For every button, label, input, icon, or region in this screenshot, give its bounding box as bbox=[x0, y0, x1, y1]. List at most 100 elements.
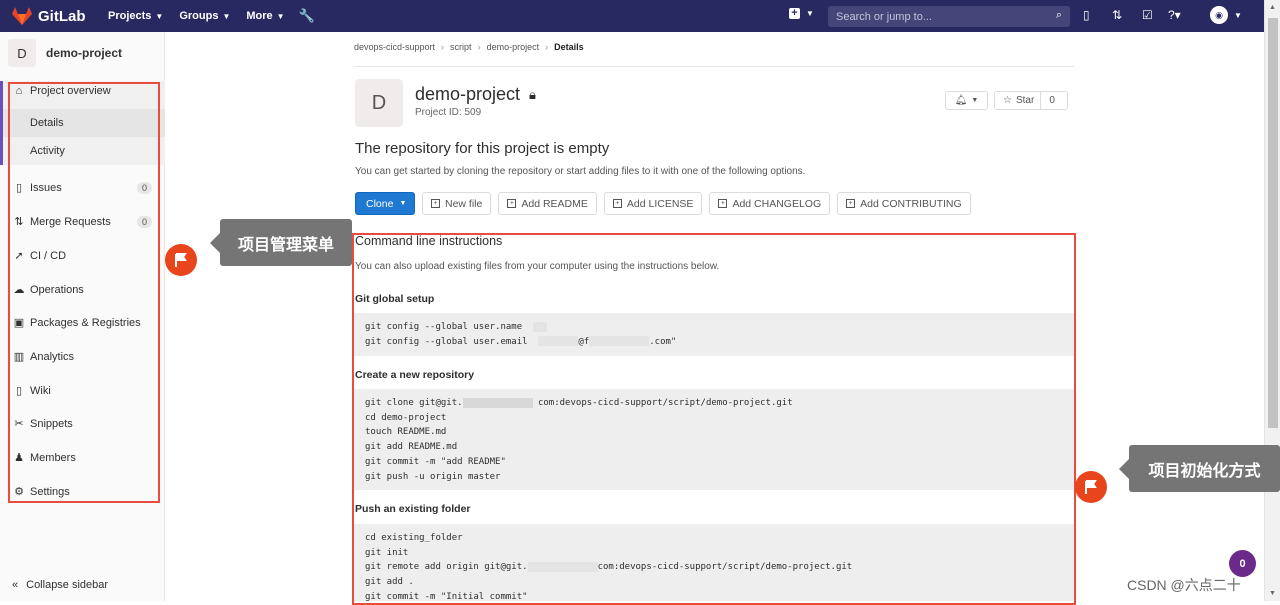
cli-heading: Command line instructions bbox=[355, 234, 503, 248]
new-dropdown-button[interactable]: + ▼ bbox=[789, 8, 817, 19]
project-avatar-large: D bbox=[355, 79, 403, 127]
scroll-up-arrow-icon[interactable]: ▲ bbox=[1269, 4, 1276, 11]
gitlab-logo-icon bbox=[12, 7, 32, 25]
rocket-icon: ➚ bbox=[14, 250, 24, 262]
chevron-down-icon: ▼ bbox=[222, 11, 231, 21]
add-license-button[interactable]: + Add LICENSE bbox=[603, 192, 703, 215]
sidebar-item-members[interactable]: ♟ Members bbox=[0, 451, 164, 465]
scroll-down-arrow-icon[interactable]: ▼ bbox=[1269, 590, 1276, 597]
sidebar-subitem-activity[interactable]: Activity bbox=[30, 145, 65, 157]
collapse-sidebar-button[interactable]: « Collapse sidebar bbox=[12, 579, 108, 591]
push-existing-folder-title: Push an existing folder bbox=[355, 503, 471, 515]
chevron-down-icon: ▼ bbox=[806, 9, 814, 18]
chevron-down-icon: ▼ bbox=[971, 97, 979, 104]
book-icon: ▯ bbox=[15, 385, 23, 397]
merge-request-icon: ⇅ bbox=[14, 216, 24, 228]
issues-icon: ▯ bbox=[15, 182, 23, 194]
empty-repo-heading: The repository for this project is empty bbox=[355, 140, 610, 157]
create-new-repo-title: Create a new repository bbox=[355, 369, 475, 381]
sidebar-item-settings[interactable]: ⚙ Settings bbox=[0, 485, 164, 499]
sidebar-project-name: demo-project bbox=[46, 46, 123, 60]
plus-square-icon: + bbox=[846, 199, 856, 208]
sidebar-item-operations[interactable]: ☁ Operations bbox=[0, 283, 164, 297]
add-readme-button[interactable]: + Add README bbox=[498, 192, 597, 215]
flag-marker-icon bbox=[165, 244, 197, 276]
sidebar-item-issues[interactable]: ▯ Issues 0 bbox=[0, 181, 164, 194]
menu-callout: 项目管理菜单 bbox=[210, 219, 352, 266]
merge-request-nav-icon[interactable]: ⇅ bbox=[1112, 8, 1122, 22]
gear-icon: ⚙ bbox=[14, 486, 24, 498]
empty-repo-subtitle: You can get started by cloning the repos… bbox=[355, 166, 806, 177]
cloud-icon: ☁ bbox=[13, 284, 25, 296]
clone-button[interactable]: Clone ▼ bbox=[355, 192, 415, 215]
chart-icon: ▥ bbox=[13, 351, 25, 363]
plus-square-icon: + bbox=[507, 199, 517, 208]
breadcrumb-item[interactable]: devops-cicd-support bbox=[354, 42, 435, 52]
groups-menu[interactable]: Groups ▼ bbox=[179, 10, 230, 22]
package-icon: ▣ bbox=[13, 317, 25, 329]
create-new-repo-code[interactable]: git clone git@git. com:devops-cicd-suppo… bbox=[354, 389, 1074, 490]
gitlab-home-link[interactable]: GitLab bbox=[12, 7, 90, 25]
sidebar-item-snippets[interactable]: ✂ Snippets bbox=[0, 417, 164, 431]
brand-name: GitLab bbox=[38, 7, 86, 25]
repo-actions: Clone ▼ + New file + Add README + Add LICENS… bbox=[355, 192, 978, 215]
chevron-down-icon: ▼ bbox=[155, 11, 164, 21]
add-changelog-button[interactable]: + Add CHANGELOG bbox=[709, 192, 831, 215]
star-icon: ☆ bbox=[1003, 95, 1012, 106]
sidebar-item-ci-cd[interactable]: ➚ CI / CD bbox=[0, 249, 164, 263]
breadcrumb-current[interactable]: Details bbox=[554, 42, 584, 52]
star-button[interactable]: ☆ Star 0 bbox=[994, 91, 1068, 110]
search-input[interactable]: Search or jump to... ⌕ bbox=[828, 6, 1070, 27]
double-chevron-left-icon: « bbox=[12, 579, 19, 591]
breadcrumb: devops-cicd-support › script › demo-projec… bbox=[354, 42, 584, 52]
project-id: Project ID: 509 bbox=[415, 107, 482, 118]
cli-subtitle: You can also upload existing files from … bbox=[355, 261, 720, 272]
issues-nav-icon[interactable]: ☑ bbox=[1142, 8, 1153, 22]
scissors-icon: ✂ bbox=[14, 418, 24, 430]
top-navbar: GitLab Projects ▼ Groups ▼ More ▼ 🔧 + ▼ Sear… bbox=[0, 0, 1264, 32]
details-active-bg bbox=[3, 109, 165, 137]
sidebar-project-header[interactable]: D demo-project bbox=[0, 32, 164, 74]
new-file-button[interactable]: + New file bbox=[422, 192, 492, 215]
page-scrollbar[interactable]: ▲ ▼ bbox=[1264, 0, 1280, 601]
project-sidebar: D demo-project ⌂ Project overview Detail… bbox=[0, 32, 165, 601]
plus-square-icon: + bbox=[789, 8, 800, 19]
lock-icon: 🔒︎ bbox=[529, 87, 536, 102]
watermark: CSDN @六点二十 bbox=[1127, 577, 1241, 593]
notification-dropdown[interactable]: 🔔︎ ▼ bbox=[945, 91, 988, 110]
scrollbar-thumb[interactable] bbox=[1268, 18, 1278, 428]
git-global-setup-code[interactable]: git config --global user.name git config… bbox=[354, 313, 1074, 356]
chevron-down-icon[interactable]: ▼ bbox=[1234, 11, 1242, 20]
project-avatar: D bbox=[8, 39, 36, 67]
sidebar-subitem-details[interactable]: Details bbox=[30, 117, 64, 129]
chevron-down-icon: ▼ bbox=[399, 200, 407, 207]
projects-menu[interactable]: Projects ▼ bbox=[108, 10, 163, 22]
users-icon: ♟ bbox=[14, 452, 24, 464]
bell-icon: 🔔︎ bbox=[954, 95, 968, 106]
user-avatar[interactable]: ◉ bbox=[1210, 6, 1228, 24]
add-contributing-button[interactable]: + Add CONTRIBUTING bbox=[837, 192, 971, 215]
admin-wrench-icon[interactable]: 🔧 bbox=[299, 8, 315, 24]
sidebar-item-packages[interactable]: ▣ Packages & Registries bbox=[0, 316, 164, 330]
more-menu[interactable]: More ▼ bbox=[246, 10, 284, 22]
plus-square-icon: + bbox=[718, 199, 728, 208]
todo-icon[interactable]: ▯ bbox=[1083, 8, 1090, 22]
search-icon: ⌕ bbox=[1055, 9, 1062, 21]
breadcrumb-item[interactable]: script bbox=[450, 42, 472, 52]
star-count[interactable]: 0 bbox=[1041, 95, 1055, 106]
sidebar-item-analytics[interactable]: ▥ Analytics bbox=[0, 350, 164, 364]
plus-square-icon: + bbox=[612, 199, 622, 208]
divider bbox=[354, 66, 1074, 67]
sidebar-item-merge-requests[interactable]: ⇅ Merge Requests 0 bbox=[0, 215, 164, 228]
sidebar-item-wiki[interactable]: ▯ Wiki bbox=[0, 384, 164, 398]
flag-marker-icon bbox=[1075, 471, 1107, 503]
breadcrumb-item[interactable]: demo-project bbox=[487, 42, 540, 52]
init-callout: 项目初始化方式 bbox=[1119, 445, 1280, 492]
push-existing-folder-code[interactable]: cd existing_folder git init git remote a… bbox=[354, 524, 1074, 602]
issues-count-badge: 0 bbox=[136, 181, 152, 194]
plus-square-icon: + bbox=[431, 199, 440, 208]
floating-widget-badge[interactable]: 0 bbox=[1229, 550, 1256, 577]
sidebar-item-project-overview[interactable]: ⌂ Project overview bbox=[0, 85, 164, 97]
help-icon[interactable]: ?▾ bbox=[1168, 8, 1181, 22]
home-icon: ⌂ bbox=[15, 85, 23, 97]
